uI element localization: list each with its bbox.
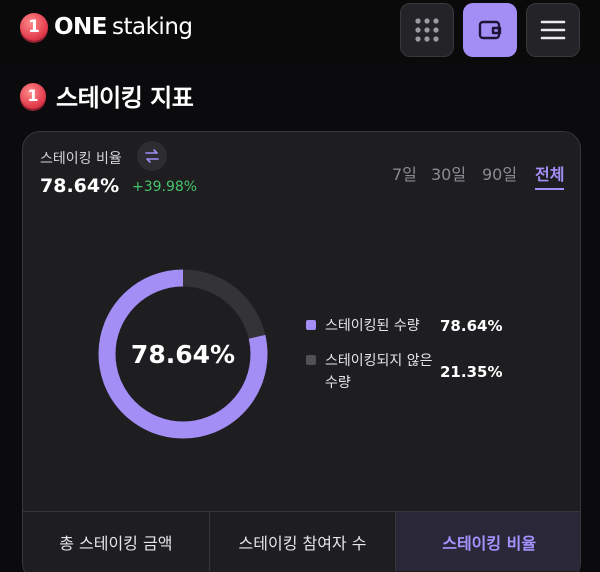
metric-tabs: 총 스테이킹 금액 스테이킹 참여자 수 스테이킹 비율 (23, 511, 580, 571)
metric-change: +39.98% (132, 179, 198, 195)
period-90d-button[interactable]: 90일 (482, 161, 517, 185)
logo-badge-icon: 1 (20, 13, 48, 41)
donut-center-value: 78.64% (130, 339, 236, 369)
metric-value: 78.64% (40, 175, 120, 197)
apps-grid-button[interactable] (400, 3, 454, 57)
legend-value-staked: 78.64% (440, 317, 503, 335)
swap-arrows-icon (145, 149, 159, 163)
legend-item-staked: 스테이킹된 수량 78.64% (306, 315, 502, 337)
period-30d-button[interactable]: 30일 (431, 161, 466, 185)
tab-total-staked-amount[interactable]: 총 스테이킹 금액 (23, 512, 210, 571)
hamburger-menu-icon (540, 20, 566, 40)
legend-swatch-unstaked (306, 355, 316, 365)
wallet-icon (478, 20, 502, 40)
grid-dots-icon (415, 18, 439, 42)
legend-swatch-staked (306, 320, 316, 330)
legend-value-unstaked: 21.35% (440, 363, 503, 381)
tab-staking-participants[interactable]: 스테이킹 참여자 수 (210, 512, 397, 571)
swap-metric-button[interactable] (137, 141, 167, 171)
logo-brand-strong: ONE (54, 14, 108, 40)
period-7d-button[interactable]: 7일 (392, 161, 417, 185)
page-title: 스테이킹 지표 (56, 84, 194, 112)
legend-item-unstaked: 스테이킹되지 않은 수량 21.35% (306, 350, 502, 394)
onestaking-logo[interactable]: 1 ONE staking (20, 13, 193, 41)
metric-label: 스테이킹 비율 (40, 151, 122, 167)
legend-label-staked: 스테이킹된 수량 (325, 318, 420, 334)
section-badge-icon: 1 (20, 82, 46, 109)
period-all-button[interactable]: 전체 (535, 161, 565, 190)
staking-metric-card: 스테이킹 비율 78.64% +39.98% 7일 30일 90일 전체 78.… (22, 131, 581, 572)
top-header: 1 ONE staking (0, 0, 600, 66)
tab-staking-ratio[interactable]: 스테이킹 비율 (396, 512, 580, 571)
section-heading: 1 스테이킹 지표 (20, 78, 194, 113)
menu-button[interactable] (526, 3, 580, 57)
legend-label-unstaked: 스테이킹되지 않은 수량 (325, 353, 433, 391)
logo-brand-light: staking (112, 14, 193, 40)
wallet-button[interactable] (463, 3, 517, 57)
logo-text: ONE staking (54, 14, 193, 40)
